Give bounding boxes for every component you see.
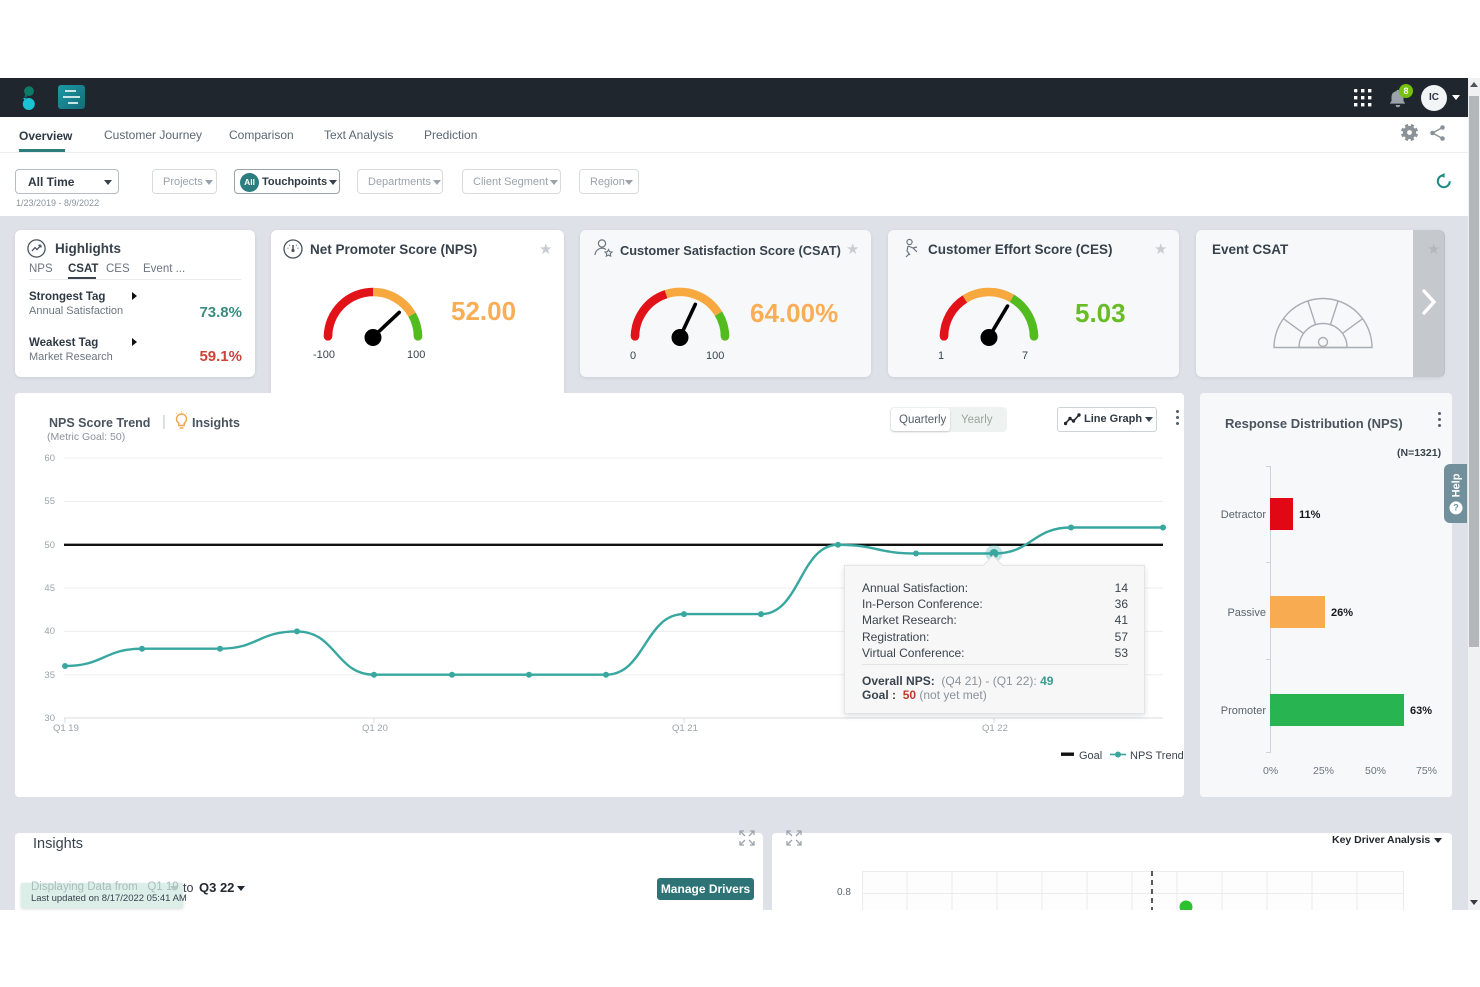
svg-text:40: 40 bbox=[44, 626, 55, 637]
svg-text:Q1 20: Q1 20 bbox=[362, 723, 388, 734]
svg-text:50: 50 bbox=[44, 540, 55, 551]
svg-text:Q1 22: Q1 22 bbox=[982, 723, 1008, 734]
svg-text:45: 45 bbox=[44, 583, 55, 594]
svg-text:NPS Trend: NPS Trend bbox=[1130, 750, 1184, 762]
svg-text:Q1 19: Q1 19 bbox=[53, 723, 79, 734]
svg-text:35: 35 bbox=[44, 670, 55, 681]
svg-text:Q1 21: Q1 21 bbox=[672, 723, 698, 734]
svg-text:55: 55 bbox=[44, 496, 55, 507]
svg-text:60: 60 bbox=[44, 453, 55, 464]
svg-text:Goal: Goal bbox=[1079, 750, 1102, 762]
